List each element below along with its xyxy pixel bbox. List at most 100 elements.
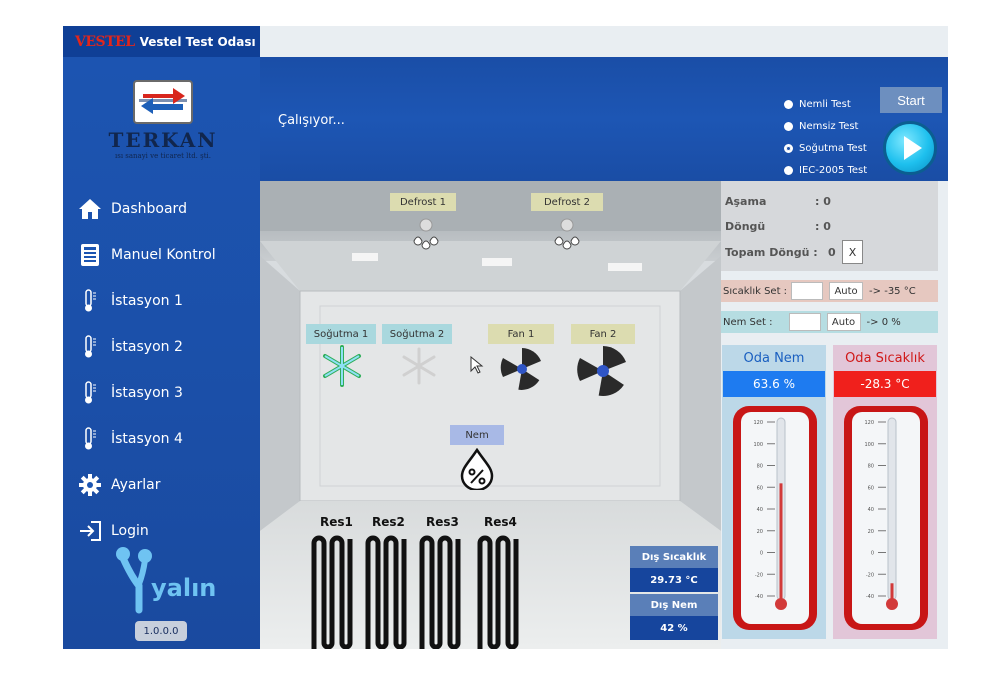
sidebar-item-label: İstasyon 4 — [111, 431, 183, 447]
nem-set-label: Nem Set : — [723, 316, 773, 328]
oda-sicaklik-value: -28.3 °C — [834, 371, 936, 397]
sidebar-item-istasyon-4[interactable]: İstasyon 4 — [63, 416, 260, 462]
dongu-label: Döngü — [725, 220, 766, 233]
gear-icon — [77, 473, 103, 497]
oda-sicaklik-thermometer: 120 100 80 60 40 20 0 -20 -40 — [842, 404, 930, 638]
fan-2-label: Fan 2 — [571, 324, 635, 344]
sicaklik-set-label: Sıcaklık Set : — [723, 285, 788, 297]
sogutma-2-snowflake-icon[interactable] — [399, 346, 439, 390]
scale-label: 0 — [760, 551, 763, 557]
sicaklik-auto-button[interactable]: Auto — [829, 282, 864, 300]
res4-heater-icon[interactable] — [476, 533, 522, 649]
play-button[interactable] — [883, 121, 937, 175]
sidebar-item-istasyon-3[interactable]: İstasyon 3 — [63, 370, 260, 416]
nem-label: Nem — [450, 425, 504, 445]
yalin-logo: yalın — [115, 546, 225, 616]
res2-heater-icon[interactable] — [364, 533, 410, 649]
nem-set-row: Nem Set : Auto -> 0 % — [721, 311, 938, 333]
sidebar-item-label: İstasyon 1 — [111, 293, 183, 309]
scale-label: 40 — [757, 507, 763, 513]
fan-1-icon[interactable] — [499, 346, 545, 396]
sidebar-item-label: İstasyon 2 — [111, 339, 183, 355]
fan-2-icon[interactable] — [576, 344, 630, 402]
defrost-2-icon[interactable] — [547, 217, 587, 261]
radio-label: Nemsiz Test — [799, 120, 859, 132]
scale-label: 20 — [757, 529, 763, 535]
scale-label: 60 — [868, 485, 874, 491]
humidity-drop-icon[interactable] — [459, 447, 495, 494]
radio-label: IEC-2005 Test — [799, 164, 868, 176]
sidebar-item-dashboard[interactable]: Dashboard — [63, 186, 260, 232]
sidebar-item-label: Dashboard — [111, 201, 187, 217]
sicaklik-target: -> -35 °C — [869, 285, 916, 297]
radio-nemli-test[interactable]: Nemli Test — [784, 93, 867, 115]
res2-label: Res2 — [372, 515, 405, 529]
version-label: 1.0.0.0 — [135, 621, 187, 641]
radio-label: Soğutma Test — [799, 142, 867, 154]
sidebar-item-label: Login — [111, 523, 149, 539]
terkan-logo-icon — [133, 80, 193, 124]
nem-set-input[interactable] — [788, 313, 821, 331]
sidebar-item-label: Manuel Kontrol — [111, 247, 216, 263]
home-icon — [77, 197, 103, 221]
oda-nem-value: 63.6 % — [723, 371, 825, 397]
res1-heater-icon[interactable] — [310, 533, 356, 649]
scale-label: 20 — [868, 529, 874, 535]
sidebar-item-istasyon-2[interactable]: İstasyon 2 — [63, 324, 260, 370]
sicaklik-set-input[interactable] — [791, 282, 824, 300]
play-icon — [904, 136, 922, 160]
res3-label: Res3 — [426, 515, 459, 529]
sidebar-item-label: Ayarlar — [111, 477, 161, 493]
logo-subtitle: ısı sanayi ve ticaret ltd. şti. — [114, 152, 211, 160]
radio-nemsiz-test[interactable]: Nemsiz Test — [784, 115, 867, 137]
defrost-2-label: Defrost 2 — [531, 193, 603, 211]
dis-nem-value: 42 % — [630, 616, 718, 640]
nem-auto-button[interactable]: Auto — [826, 313, 861, 331]
sidebar: VESTEL Vestel Test Odası TERKAN ısı sana… — [63, 26, 260, 649]
res1-label: Res1 — [320, 515, 353, 529]
dis-nem-label: Dış Nem — [630, 594, 718, 616]
asama-value: : 0 — [815, 195, 831, 208]
oda-nem-title: Oda Nem — [723, 346, 825, 370]
reset-cycle-button[interactable]: X — [842, 240, 863, 264]
scale-label: 80 — [757, 464, 763, 470]
sidebar-nav: Dashboard Manuel Kontrol İstasyon 1 İsta… — [63, 186, 260, 554]
sogutma-1-label: Soğutma 1 — [306, 324, 376, 344]
control-panel-icon — [77, 243, 103, 267]
res3-heater-icon[interactable] — [418, 533, 464, 649]
topam-dongu-value: 0 — [828, 246, 836, 259]
sidebar-item-manuel-kontrol[interactable]: Manuel Kontrol — [63, 232, 260, 278]
defrost-1-icon[interactable] — [406, 217, 446, 261]
scale-label: 80 — [868, 464, 874, 470]
dis-sicaklik-label: Dış Sıcaklık — [630, 546, 718, 568]
radio-iec-2005-test[interactable]: IEC-2005 Test — [784, 159, 867, 181]
thermometer-tube — [887, 417, 897, 601]
right-panel: Aşama : 0 Döngü : 0 Topam Döngü : 0 X Sı… — [721, 181, 948, 649]
status-text: Çalışıyor... — [278, 113, 345, 128]
radio-dot-selected — [784, 143, 793, 153]
test-type-radios: Nemli Test Nemsiz Test Soğutma Test IEC-… — [784, 93, 867, 181]
scale-label: 40 — [868, 507, 874, 513]
scale-label: 100 — [753, 442, 763, 448]
header: Çalışıyor... Nemli Test Nemsiz Test Soğu… — [260, 57, 948, 181]
fan-1-label: Fan 1 — [488, 324, 554, 344]
radio-label: Nemli Test — [799, 98, 851, 110]
start-button[interactable]: Start — [880, 87, 942, 113]
res4-label: Res4 — [484, 515, 517, 529]
radio-sogutma-test[interactable]: Soğutma Test — [784, 137, 867, 159]
oda-sicaklik-title: Oda Sıcaklık — [834, 346, 936, 370]
terkan-logo: TERKAN ısı sanayi ve ticaret ltd. şti. — [93, 76, 233, 166]
thermometer-icon — [77, 427, 103, 451]
login-icon — [77, 519, 103, 543]
nem-target: -> 0 % — [866, 316, 901, 328]
scale-label: 100 — [864, 442, 874, 448]
sogutma-1-snowflake-icon[interactable] — [320, 344, 364, 392]
scale-label: -20 — [866, 572, 874, 578]
thermometer-fill — [779, 483, 783, 602]
topam-dongu-label: Topam Döngü : — [725, 246, 818, 259]
sidebar-item-istasyon-1[interactable]: İstasyon 1 — [63, 278, 260, 324]
logo-name: TERKAN — [108, 128, 218, 152]
scale-label: -20 — [755, 572, 763, 578]
sogutma-2-label: Soğutma 2 — [382, 324, 452, 344]
sidebar-item-ayarlar[interactable]: Ayarlar — [63, 462, 260, 508]
